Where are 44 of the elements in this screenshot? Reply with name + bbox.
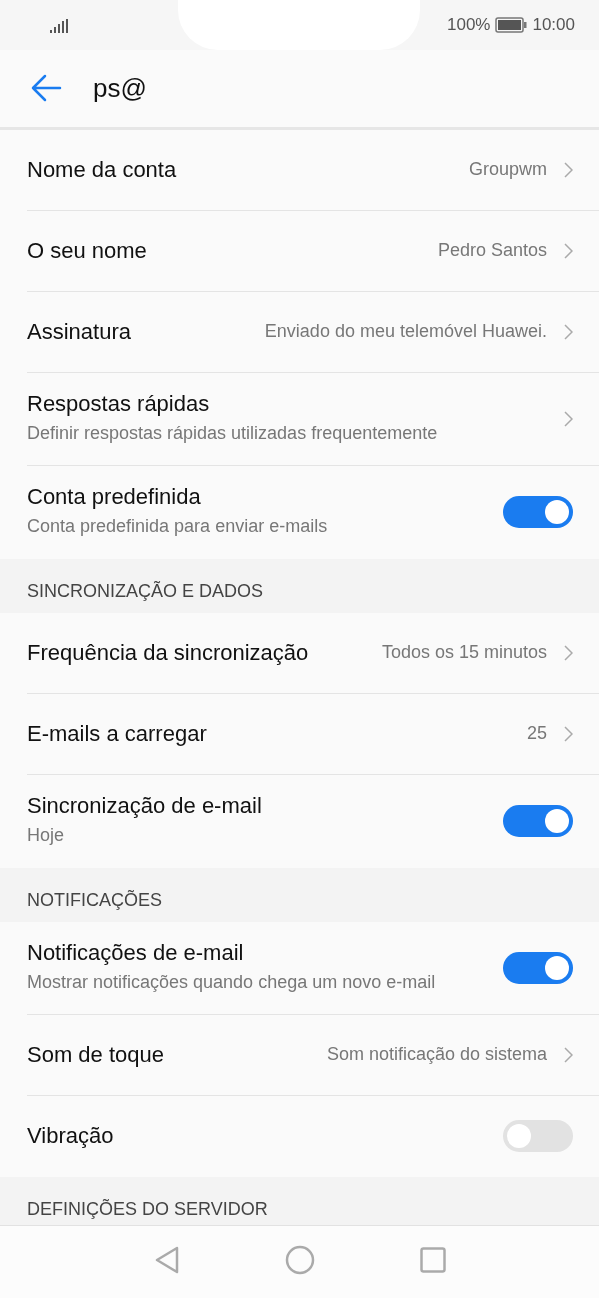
setting-description: Hoje xyxy=(27,824,66,848)
setting-label: E-mails a carregar xyxy=(27,720,208,747)
recents-nav-icon[interactable] xyxy=(419,1247,446,1274)
setting-label: Respostas rápidas xyxy=(27,390,211,417)
setting-value: Groupwm xyxy=(468,157,547,181)
battery-percent: 100% xyxy=(446,14,491,35)
setting-value: Som notificação do sistema xyxy=(326,1042,547,1066)
setting-description: Mostrar notificações quando chega um novo e-mail xyxy=(27,970,437,994)
setting-label: Sincronização de e-mail xyxy=(27,793,263,820)
chevron-icon[interactable] xyxy=(564,323,573,340)
toggle-switch[interactable] xyxy=(503,805,573,837)
section-header: NOTIFICAÇÕES xyxy=(0,867,599,922)
setting-label: O seu nome xyxy=(27,237,148,264)
toggle-switch[interactable] xyxy=(503,1120,573,1152)
setting-label: Vibração xyxy=(27,1123,115,1149)
setting-label: Som de toque xyxy=(27,1041,165,1068)
clock: 10:00 xyxy=(532,14,575,35)
setting-label: Conta predefinida xyxy=(27,484,202,511)
setting-value: Enviado do meu telemóvel Huawei. xyxy=(264,319,547,343)
back-icon[interactable] xyxy=(30,73,62,104)
chevron-icon[interactable] xyxy=(564,725,573,742)
chevron-icon[interactable] xyxy=(564,644,573,661)
back-nav-icon[interactable] xyxy=(153,1246,180,1275)
chevron-icon[interactable] xyxy=(564,242,573,259)
setting-description: Definir respostas rápidas utilizadas frequentemente xyxy=(27,421,439,445)
home-nav-icon[interactable] xyxy=(284,1245,315,1276)
setting-value: Todos os 15 minutos xyxy=(381,640,547,664)
setting-label: Nome da conta xyxy=(27,156,178,183)
setting-value: Pedro Santos xyxy=(437,238,547,262)
chevron-icon[interactable] xyxy=(564,161,573,178)
setting-description: Conta predefinida para enviar e-mails xyxy=(27,515,329,539)
screen-title: ps@ xyxy=(93,72,147,104)
setting-label: Assinatura xyxy=(27,318,132,345)
chevron-icon[interactable] xyxy=(564,410,573,427)
section-header: DEFINIÇÕES DO SERVIDOR xyxy=(0,1176,599,1226)
setting-label: Frequência da sincronização xyxy=(27,639,310,666)
toggle-switch[interactable] xyxy=(503,951,573,984)
signal-icon xyxy=(50,18,68,33)
chevron-icon[interactable] xyxy=(564,1046,573,1063)
battery-icon xyxy=(495,16,528,33)
section-header: SINCRONIZAÇÃO E DADOS xyxy=(0,558,599,613)
toggle-switch[interactable] xyxy=(503,496,573,528)
setting-value: 25 xyxy=(526,721,547,745)
setting-label: Notificações de e-mail xyxy=(27,939,245,966)
